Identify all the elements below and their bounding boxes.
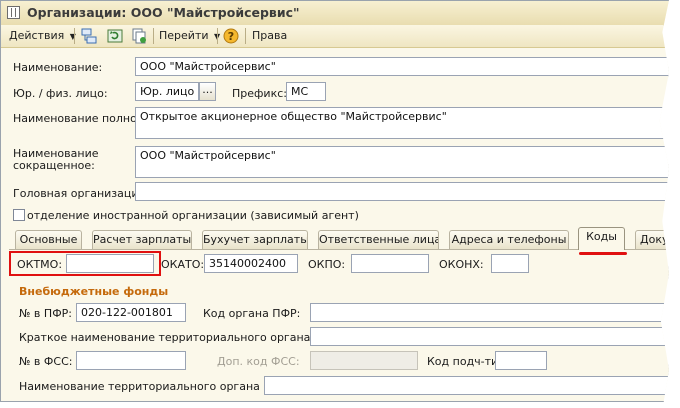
oktmo-label: ОКТМО:: [17, 258, 63, 271]
title-bar: Организации: ООО "Майстройсервис": [1, 1, 669, 26]
short-name-input[interactable]: ООО "Майстройсервис": [135, 146, 669, 178]
pfr-short-name-label: Краткое наименование территориального ор…: [19, 331, 342, 344]
toolbar-divider: [153, 28, 154, 44]
toolbar: Действия ▼ Перейти ▼ ? Права: [1, 25, 669, 48]
tab-addresses-phones[interactable]: Адреса и телефоны: [449, 230, 569, 249]
actions-label: Действия: [9, 29, 65, 42]
toolbar-divider: [74, 28, 75, 44]
legal-type-input[interactable]: Юр. лицо: [135, 82, 199, 101]
svg-text:?: ?: [228, 30, 234, 43]
form-icon: [7, 6, 20, 19]
fss-extra-code-label: Доп. код ФСС:: [217, 355, 300, 368]
tab-codes[interactable]: Коды: [578, 227, 625, 250]
fss-number-label: № в ФСС:: [19, 355, 73, 368]
copy-icon[interactable]: [131, 28, 147, 44]
pfr-number-label: № в ПФР:: [19, 307, 72, 320]
pfr-number-input[interactable]: 020-122-001801: [76, 303, 186, 322]
active-tab-highlight: [579, 252, 627, 255]
parent-org-input[interactable]: [135, 182, 669, 201]
prefix-label: Префикс:: [232, 87, 287, 100]
fss-name-label: Наименование территориального органа ФСС…: [19, 380, 292, 393]
tab-main[interactable]: Основные: [15, 230, 82, 249]
tab-responsible-persons[interactable]: Ответственные лица: [318, 230, 439, 249]
pfr-code-input[interactable]: [310, 303, 669, 322]
okonh-label: ОКОНХ:: [439, 258, 484, 271]
parent-org-label: Головная организация:: [13, 187, 149, 200]
legal-type-select-button[interactable]: ...: [199, 82, 216, 101]
extrabudgetary-funds-title: Внебюджетные фонды: [19, 285, 169, 298]
tab-documents[interactable]: Докум: [635, 230, 669, 249]
full-name-input[interactable]: Открытое акционерное общество "Майстройс…: [135, 107, 669, 139]
subordination-code-input[interactable]: [495, 351, 547, 370]
foreign-agent-label: отделение иностранной организации (завис…: [27, 209, 359, 222]
structure-icon[interactable]: [81, 28, 97, 44]
tab-payroll-accounting[interactable]: Бухучет зарплаты: [202, 230, 308, 249]
oktmo-input[interactable]: [66, 254, 154, 273]
short-name-label-line2: сокращенное:: [13, 159, 95, 172]
toolbar-divider: [245, 28, 246, 44]
organization-window: Организации: ООО "Майстройсервис" Действ…: [0, 0, 669, 402]
toolbar-divider: [217, 28, 218, 44]
okpo-label: ОКПО:: [308, 258, 346, 271]
legal-type-label: Юр. / физ. лицо:: [13, 87, 108, 100]
goto-label: Перейти: [159, 29, 209, 42]
refresh-icon[interactable]: [107, 28, 123, 44]
prefix-input[interactable]: МС: [286, 82, 326, 101]
name-input[interactable]: ООО "Майстройсервис": [135, 57, 669, 76]
pfr-code-label: Код органа ПФР:: [203, 307, 301, 320]
foreign-agent-checkbox[interactable]: [13, 209, 25, 221]
okonh-input[interactable]: [491, 254, 529, 273]
tab-payroll-calc[interactable]: Расчет зарплаты: [92, 230, 192, 249]
okato-input[interactable]: 35140002400: [204, 254, 298, 273]
pfr-short-name-input[interactable]: [310, 327, 669, 346]
help-icon[interactable]: ?: [223, 28, 239, 44]
okato-label: ОКАТО:: [161, 258, 205, 271]
actions-menu-button[interactable]: Действия ▼: [9, 28, 76, 44]
window-title: Организации: ООО "Майстройсервис": [27, 5, 300, 20]
fss-extra-code-input: [310, 351, 418, 370]
name-label: Наименование:: [13, 61, 103, 74]
fss-number-input[interactable]: [76, 351, 186, 370]
rights-button[interactable]: Права: [252, 28, 287, 44]
full-name-label: Наименование полное:: [13, 112, 148, 125]
subordination-code-label: Код подч-ти:: [427, 355, 502, 368]
fss-name-input[interactable]: [264, 376, 669, 395]
okpo-input[interactable]: [351, 254, 429, 273]
goto-menu-button[interactable]: Перейти ▼: [159, 28, 220, 44]
tab-panel-border: [9, 249, 669, 250]
